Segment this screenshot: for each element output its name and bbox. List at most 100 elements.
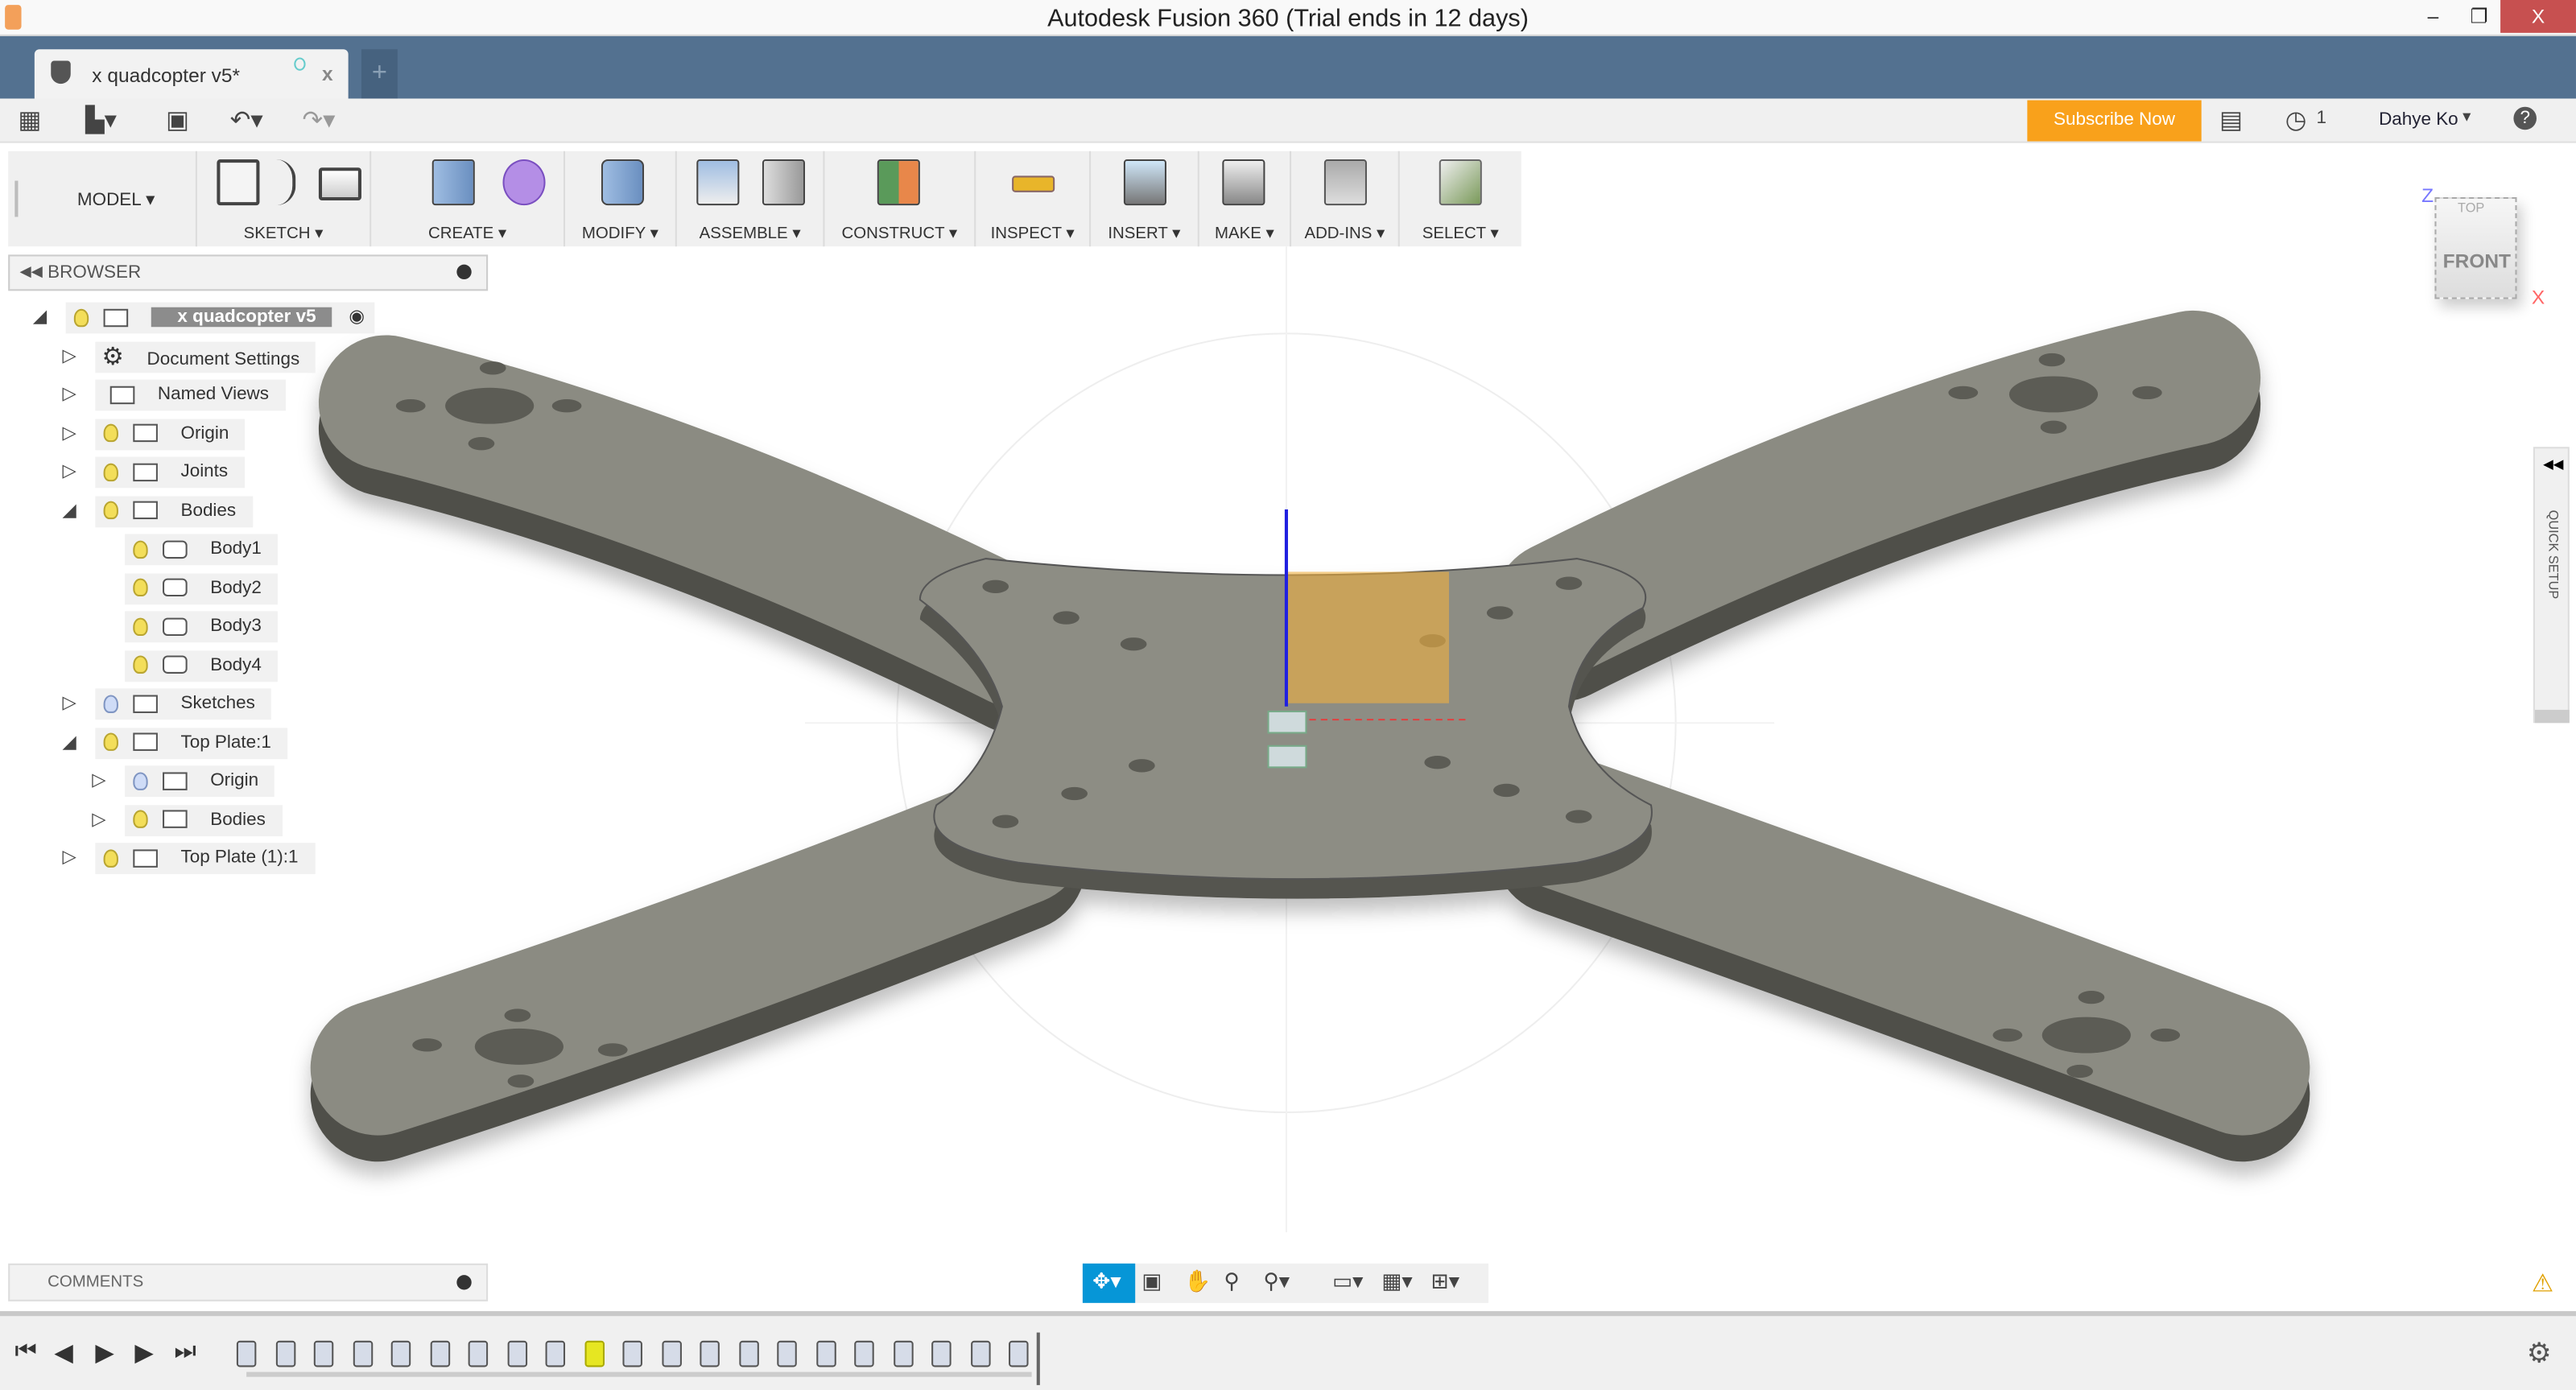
data-panel-grid-icon[interactable]: ▦: [18, 105, 41, 135]
browser-item[interactable]: Joints: [95, 456, 245, 489]
job-status-icon[interactable]: ◷: [2285, 105, 2307, 135]
collapse-browser-icon[interactable]: ◀◀: [19, 263, 42, 281]
measure-icon[interactable]: [1012, 175, 1055, 192]
browser-item[interactable]: Body2: [125, 572, 279, 604]
tab-close-button[interactable]: x: [322, 63, 333, 86]
view-cube[interactable]: TOP FRONT Z X: [2418, 184, 2549, 316]
step-forward-icon[interactable]: ▶: [134, 1338, 154, 1367]
timeline-feature-icon[interactable]: [275, 1340, 295, 1367]
timeline-feature-icon[interactable]: [584, 1340, 604, 1367]
expand-arrow-icon[interactable]: ▷: [63, 688, 76, 720]
collapse-arrow-icon[interactable]: ◢: [63, 495, 76, 526]
close-button[interactable]: X: [2500, 0, 2576, 33]
timeline-feature-icon[interactable]: [777, 1340, 797, 1367]
save-icon[interactable]: ▣: [166, 105, 189, 135]
browser-item[interactable]: Origin: [125, 765, 275, 798]
visibility-bulb-icon[interactable]: [103, 462, 118, 481]
viewports-icon[interactable]: ⊞▾: [1431, 1268, 1460, 1295]
browser-item[interactable]: Top Plate (1):1: [95, 843, 315, 875]
quick-setup-tab[interactable]: ◀◀ QUICK SETUP: [2533, 447, 2570, 724]
select-icon[interactable]: [1439, 159, 1482, 206]
modify-group[interactable]: MODIFY ▾: [563, 151, 675, 247]
visibility-bulb-icon[interactable]: [103, 501, 118, 520]
timeline-feature-icon[interactable]: [815, 1340, 836, 1367]
timeline-feature-icon[interactable]: [352, 1340, 373, 1367]
step-back-icon[interactable]: ◀: [54, 1338, 73, 1367]
visibility-bulb-icon[interactable]: [133, 810, 148, 829]
go-to-end-icon[interactable]: ⏭: [174, 1338, 196, 1366]
timeline-feature-icon[interactable]: [700, 1340, 720, 1367]
visibility-bulb-icon[interactable]: [73, 307, 89, 327]
press-pull-icon[interactable]: [601, 159, 644, 206]
user-menu-caret-icon[interactable]: ▾: [2462, 109, 2471, 126]
go-to-start-icon[interactable]: ⏮: [14, 1338, 37, 1366]
timeline-feature-icon[interactable]: [1009, 1340, 1029, 1367]
visibility-bulb-icon[interactable]: [133, 539, 148, 559]
restore-button[interactable]: ❐: [2454, 0, 2504, 33]
timeline-feature-icon[interactable]: [738, 1340, 758, 1367]
settings-gear-icon[interactable]: ⚙: [2527, 1338, 2552, 1371]
browser-item[interactable]: Top Plate:1: [95, 727, 288, 759]
make-group[interactable]: MAKE ▾: [1197, 151, 1290, 247]
fit-icon[interactable]: ⚲▾: [1263, 1268, 1290, 1295]
look-at-icon[interactable]: ▣: [1141, 1268, 1162, 1295]
expand-arrow-icon[interactable]: ▷: [92, 804, 105, 835]
timeline-feature-icon[interactable]: [506, 1340, 527, 1367]
timeline-feature-icon[interactable]: [970, 1340, 990, 1367]
browser-minimize-icon[interactable]: [456, 264, 472, 280]
expand-arrow-icon[interactable]: ▷: [63, 380, 76, 411]
browser-item[interactable]: Body4: [125, 650, 279, 682]
timeline-marker[interactable]: [1036, 1332, 1040, 1385]
user-menu[interactable]: Dahye Ko: [2379, 110, 2458, 130]
timeline-feature-icon[interactable]: [313, 1340, 334, 1367]
offset-plane-icon[interactable]: [877, 159, 920, 206]
inspect-group[interactable]: INSPECT ▾: [974, 151, 1089, 247]
notifications-icon[interactable]: ▤: [2219, 105, 2243, 135]
expand-icon[interactable]: ◀◀: [2543, 457, 2563, 472]
collapse-arrow-icon[interactable]: ◢: [33, 303, 47, 334]
timeline-feature-icon[interactable]: [390, 1340, 411, 1367]
expand-arrow-icon[interactable]: ▷: [63, 419, 76, 450]
undo-icon[interactable]: ↶▾: [230, 105, 263, 135]
browser-item[interactable]: Body1: [125, 534, 279, 566]
timeline-feature-icon[interactable]: [429, 1340, 450, 1367]
timeline-feature-icon[interactable]: [468, 1340, 489, 1367]
browser-item[interactable]: Sketches: [95, 688, 272, 720]
redo-icon[interactable]: ↷▾: [303, 105, 336, 135]
create-sketch-icon[interactable]: [217, 159, 260, 206]
comments-add-icon[interactable]: [456, 1275, 472, 1290]
joint-icon[interactable]: [762, 159, 805, 206]
visibility-bulb-icon[interactable]: [103, 732, 118, 752]
new-tab-button[interactable]: +: [361, 49, 398, 99]
insert-image-icon[interactable]: [1123, 159, 1166, 206]
browser-item[interactable]: Bodies: [95, 495, 253, 527]
joint-glyph-icon[interactable]: [1267, 710, 1307, 734]
grid-settings-icon[interactable]: ▦▾: [1381, 1268, 1412, 1295]
timeline-feature-icon[interactable]: [661, 1340, 681, 1367]
minimize-button[interactable]: –: [2409, 0, 2458, 33]
warning-icon[interactable]: ⚠: [2532, 1268, 2553, 1298]
timeline-feature-icon[interactable]: [854, 1340, 874, 1367]
expand-arrow-icon[interactable]: ▷: [63, 843, 76, 874]
browser-item[interactable]: Bodies: [125, 804, 283, 836]
browser-item[interactable]: Named Views: [95, 379, 286, 411]
3d-print-icon[interactable]: [1222, 159, 1265, 206]
timeline-feature-icon[interactable]: [545, 1340, 566, 1367]
document-tab[interactable]: x quadcopter v5* x: [34, 49, 349, 99]
browser-item[interactable]: ⚙ Document Settings: [95, 340, 316, 373]
expand-arrow-icon[interactable]: ▷: [63, 457, 76, 489]
pan-icon[interactable]: ✋: [1184, 1268, 1211, 1295]
activate-component-icon[interactable]: ◉: [349, 307, 365, 327]
assemble-group[interactable]: ASSEMBLE ▾: [675, 151, 824, 247]
rectangle-icon[interactable]: [318, 167, 361, 201]
visibility-bulb-icon[interactable]: [133, 617, 148, 636]
visibility-bulb-icon[interactable]: [103, 694, 118, 713]
browser-item[interactable]: Origin: [95, 418, 246, 450]
extrude-icon[interactable]: [431, 159, 475, 206]
scripts-icon[interactable]: [1323, 159, 1367, 206]
visibility-bulb-icon[interactable]: [133, 578, 148, 597]
orbit-icon[interactable]: ✥▾: [1082, 1263, 1136, 1303]
zoom-icon[interactable]: ⚲: [1224, 1268, 1239, 1295]
play-icon[interactable]: ▶: [95, 1338, 114, 1367]
new-component-icon[interactable]: [696, 159, 740, 206]
